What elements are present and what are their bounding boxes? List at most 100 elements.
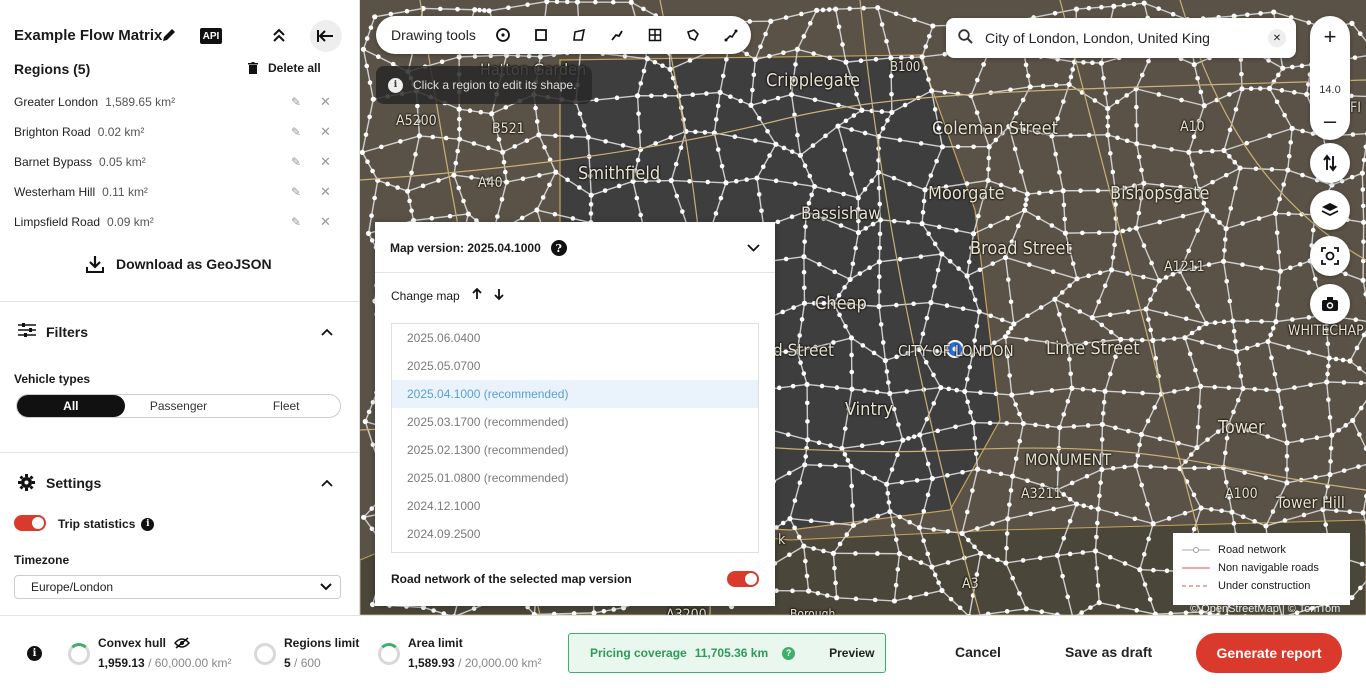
cancel-button[interactable]: Cancel [955,644,1001,660]
place-label: A100 [1225,486,1258,502]
edit-region-icon[interactable]: ✎ [291,185,301,199]
delete-all-button[interactable]: Delete all [248,61,321,75]
location-search[interactable]: City of London, London, United King ✕ [946,18,1296,58]
help-icon[interactable]: ? [550,240,567,256]
info-icon[interactable]: i [27,646,42,661]
version-option[interactable]: 2024.12.1000 [392,492,758,520]
vehicle-type-fleet[interactable]: Fleet [232,395,340,417]
place-label: WHITECHAP [1288,323,1364,339]
region-name: Brighton Road [14,125,91,139]
download-icon [86,256,104,273]
info-icon[interactable]: i [141,517,155,531]
place-label: A10 [1180,119,1205,135]
search-icon [958,28,973,48]
region-row[interactable]: Greater London 1,589.65 km² ✎ ✕ [14,92,334,112]
region-row[interactable]: Barnet Bypass 0.05 km² ✎ ✕ [14,152,334,172]
version-option[interactable]: 2025.05.0700 [392,352,758,380]
drawing-tools-label: Drawing tools [391,27,476,43]
region-row[interactable]: Westerham Hill 0.11 km² ✎ ✕ [14,182,334,202]
version-option[interactable]: 2025.02.1300 (recommended) [392,436,758,464]
place-label: Moorgate [928,183,1005,204]
map-legend: Road network Non navigable roads Under c… [1173,533,1350,605]
delete-region-icon[interactable]: ✕ [320,154,331,170]
lasso-tool-icon[interactable] [674,28,712,42]
delete-region-icon[interactable]: ✕ [320,184,331,200]
collapse-sidebar-button[interactable] [310,20,342,52]
delete-region-icon[interactable]: ✕ [320,94,331,110]
edit-title-icon[interactable] [160,26,178,44]
screenshot-button[interactable] [1310,284,1350,324]
version-option-selected[interactable]: 2025.04.1000 (recommended) [392,380,758,408]
vehicle-type-passenger[interactable]: Passenger [125,395,233,417]
corridor-tool-icon[interactable] [598,28,636,42]
circle-tool-icon[interactable] [484,28,522,42]
place-label: CITY OF LONDON [898,342,1014,360]
region-row[interactable]: Limpsfield Road 0.09 km² ✎ ✕ [14,212,334,232]
version-option[interactable]: 2025.03.1700 (recommended) [392,408,758,436]
map-version-panel: Map version: 2025.04.1000 ? Change map 2… [375,222,775,606]
timezone-select[interactable]: Europe/London [14,575,341,599]
trash-icon [248,62,258,74]
gear-icon [18,474,35,496]
place-label: B100 [890,60,921,75]
drawing-toolbar: Drawing tools [376,16,751,54]
search-input[interactable]: City of London, London, United King [985,30,1210,46]
change-map-label: Change map [391,288,460,303]
chevron-up-icon[interactable] [321,325,333,339]
divider [0,452,359,453]
edit-region-icon[interactable]: ✎ [291,215,301,229]
save-draft-button[interactable]: Save as draft [1065,644,1152,660]
place-label: A3211 [1021,486,1062,502]
generate-report-button[interactable]: Generate report [1196,633,1342,673]
version-option[interactable]: 2024.09.2500 [392,520,758,548]
download-geojson-button[interactable]: Download as GeoJSON [86,255,272,273]
vehicle-types-label: Vehicle types [14,372,91,386]
place-label: B521 [492,121,525,137]
area-limit-max: / 20,000.00 km² [458,656,542,670]
filters-title: Filters [46,324,89,340]
zoom-in-button[interactable]: + [1310,24,1350,50]
road-network-toggle[interactable] [727,571,759,587]
chevron-down-icon[interactable] [747,240,760,255]
clear-search-icon[interactable]: ✕ [1268,29,1286,47]
edit-region-icon[interactable]: ✎ [291,95,301,109]
eye-off-icon[interactable] [174,637,191,649]
version-option[interactable]: 2025.01.0800 (recommended) [392,464,758,492]
legend-item: Non navigable roads [1182,562,1319,574]
footer-bar: i Convex hull 1,959.13 / 60,000.00 km² R… [0,615,1366,688]
edit-region-icon[interactable]: ✎ [291,125,301,139]
vehicle-type-all[interactable]: All [17,395,125,417]
arrow-up-icon[interactable] [472,287,482,303]
grid-tool-icon[interactable] [636,28,674,42]
api-button[interactable]: API [200,28,222,44]
map-attribution[interactable]: © OpenStreetMap | © TomTom [1190,603,1340,615]
focus-button[interactable] [1310,236,1350,276]
regions-limit-value: 5 [284,656,291,670]
edit-region-icon[interactable]: ✎ [291,155,301,169]
preview-button[interactable]: Preview [829,646,874,660]
place-label: A1211 [1164,259,1205,275]
camera-icon [1322,297,1338,311]
delete-region-icon[interactable]: ✕ [320,124,331,140]
polygon-tool-icon[interactable] [560,28,598,42]
convex-hull-stat: Convex hull 1,959.13 / 60,000.00 km² [68,636,231,670]
convex-hull-label: Convex hull [98,636,167,650]
arrow-down-icon[interactable] [494,288,504,303]
swap-direction-button[interactable] [1310,143,1350,183]
convex-hull-limit: / 60,000.00 km² [148,656,232,670]
chevron-up-icon[interactable] [321,476,333,490]
zoom-out-button[interactable]: – [1310,108,1350,134]
collapse-all-icon[interactable] [270,26,288,44]
convex-hull-value: 1,959.13 [98,656,145,670]
trip-statistics-toggle[interactable] [14,515,46,531]
focus-icon [1321,247,1339,265]
path-tool-icon[interactable] [712,28,750,42]
layers-button[interactable] [1310,190,1350,230]
version-option[interactable]: 2025.06.0400 [392,324,758,352]
delete-region-icon[interactable]: ✕ [320,214,331,230]
region-name: Greater London [14,95,99,109]
region-row[interactable]: Brighton Road 0.02 km² ✎ ✕ [14,122,334,142]
place-label: A5200 [396,113,437,129]
rectangle-tool-icon[interactable] [522,28,560,42]
help-icon[interactable]: ? [782,646,796,660]
